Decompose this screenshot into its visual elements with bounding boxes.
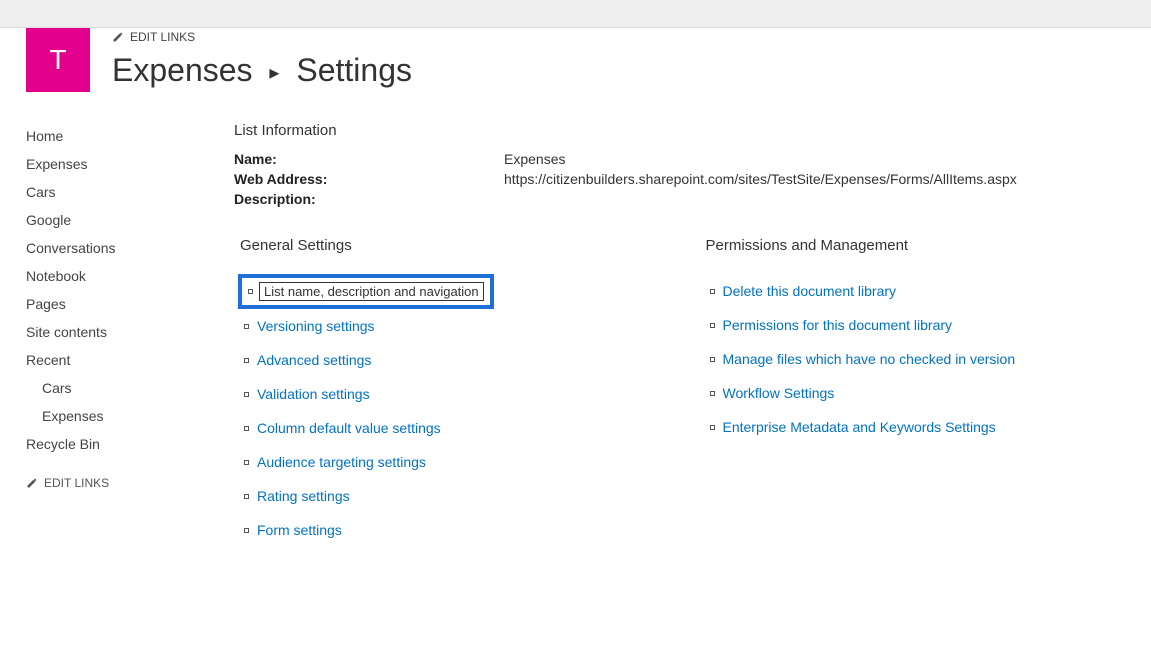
link-permissions-library[interactable]: Permissions for this document library (723, 317, 953, 333)
edit-links-top[interactable]: EDIT LINKS (112, 30, 195, 44)
edit-links-bottom[interactable]: EDIT LINKS (26, 476, 109, 490)
general-settings-column: General Settings List name, description … (234, 237, 660, 547)
nav-item-pages[interactable]: Pages (26, 290, 196, 318)
bullet-icon (244, 324, 249, 329)
nav-item-google[interactable]: Google (26, 206, 196, 234)
edit-links-top-label: EDIT LINKS (130, 30, 195, 44)
suite-bar (0, 0, 1151, 28)
nav-item-expenses[interactable]: Expenses (26, 150, 196, 178)
bullet-icon (710, 323, 715, 328)
bullet-icon (244, 460, 249, 465)
link-audience-targeting[interactable]: Audience targeting settings (257, 454, 426, 470)
nav-item-home[interactable]: Home (26, 122, 196, 150)
link-workflow-settings[interactable]: Workflow Settings (723, 385, 835, 401)
bullet-icon (710, 357, 715, 362)
nav-item-cars[interactable]: Cars (26, 178, 196, 206)
site-header: T EDIT LINKS Expenses ▸ Settings (0, 28, 1151, 102)
nav-recent-cars[interactable]: Cars (26, 374, 196, 402)
general-settings-title: General Settings (234, 237, 660, 254)
permissions-title: Permissions and Management (700, 237, 1126, 254)
link-manage-unchecked-files[interactable]: Manage files which have no checked in ve… (723, 351, 1016, 367)
bullet-icon (710, 425, 715, 430)
link-list-name-description[interactable]: List name, description and navigation (264, 284, 479, 299)
name-label: Name: (234, 151, 504, 167)
nav-item-recycle-bin[interactable]: Recycle Bin (26, 430, 196, 458)
link-column-default-value[interactable]: Column default value settings (257, 420, 441, 436)
link-advanced-settings[interactable]: Advanced settings (257, 352, 371, 368)
quick-launch-nav: Home Expenses Cars Google Conversations … (26, 122, 216, 547)
highlighted-setting: List name, description and navigation (238, 274, 494, 309)
breadcrumb-separator-icon: ▸ (269, 62, 279, 84)
bullet-icon (244, 426, 249, 431)
permissions-column: Permissions and Management Delete this d… (700, 237, 1126, 547)
link-versioning-settings[interactable]: Versioning settings (257, 318, 375, 334)
description-label: Description: (234, 191, 504, 207)
nav-recent-expenses[interactable]: Expenses (26, 402, 196, 430)
page-title: Expenses ▸ Settings (112, 52, 412, 89)
site-logo-letter: T (49, 44, 66, 76)
bullet-icon (710, 391, 715, 396)
bullet-icon (244, 528, 249, 533)
pencil-icon (112, 31, 124, 43)
link-form-settings[interactable]: Form settings (257, 522, 342, 538)
edit-links-bottom-label: EDIT LINKS (44, 476, 109, 490)
site-logo[interactable]: T (26, 28, 90, 92)
link-delete-library[interactable]: Delete this document library (723, 283, 897, 299)
web-address-value: https://citizenbuilders.sharepoint.com/s… (504, 171, 1017, 187)
main-content: List Information Name: Expenses Web Addr… (216, 122, 1125, 547)
nav-recent-header: Recent (26, 346, 196, 374)
bullet-icon (244, 392, 249, 397)
link-rating-settings[interactable]: Rating settings (257, 488, 350, 504)
bullet-icon (244, 494, 249, 499)
name-value: Expenses (504, 151, 565, 167)
bullet-icon (248, 289, 253, 294)
link-enterprise-metadata[interactable]: Enterprise Metadata and Keywords Setting… (723, 419, 996, 435)
breadcrumb-second: Settings (296, 52, 412, 88)
nav-item-notebook[interactable]: Notebook (26, 262, 196, 290)
link-validation-settings[interactable]: Validation settings (257, 386, 370, 402)
web-address-label: Web Address: (234, 171, 504, 187)
breadcrumb-first[interactable]: Expenses (112, 52, 253, 88)
pencil-icon (26, 477, 38, 489)
bullet-icon (710, 289, 715, 294)
nav-item-conversations[interactable]: Conversations (26, 234, 196, 262)
list-info-title: List Information (234, 122, 1125, 139)
bullet-icon (244, 358, 249, 363)
nav-item-site-contents[interactable]: Site contents (26, 318, 196, 346)
